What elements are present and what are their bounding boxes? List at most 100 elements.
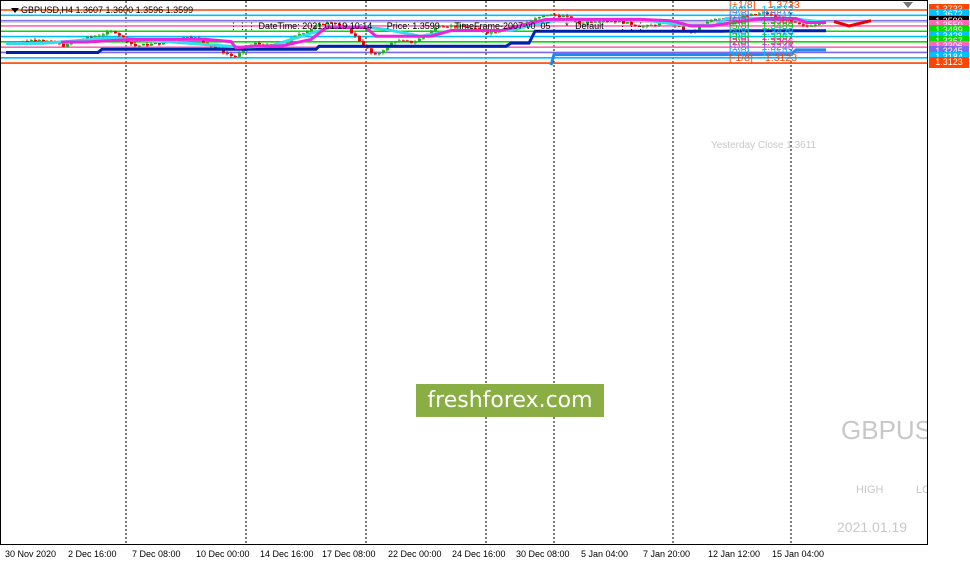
candle-body <box>650 24 653 26</box>
candle-body <box>414 42 417 44</box>
header-dots-icon-right: ⋮⋮⋮ <box>618 21 646 31</box>
chart-shift-marker-icon[interactable] <box>903 2 913 8</box>
candle-body <box>122 35 125 38</box>
candle-body <box>226 52 229 54</box>
candle-body <box>490 32 493 34</box>
candle-body <box>134 43 137 46</box>
candle-body <box>118 33 121 36</box>
candle-body <box>146 44 149 46</box>
time-tick-label: 17 Dec 08:00 <box>322 549 376 559</box>
time-tick-label: 30 Nov 2020 <box>5 549 57 559</box>
candle-body <box>42 39 45 41</box>
time-tick-label: 14 Dec 16:00 <box>260 549 314 559</box>
candle-body <box>142 44 145 46</box>
candle-body <box>354 33 357 36</box>
candle-body <box>486 31 489 34</box>
header-dots-icon: ⋮⋮⋮ <box>229 21 256 31</box>
time-axis[interactable]: 30 Nov 2020 2 Dec 16:00 7 Dec 08:00 10 Dec … <box>0 545 970 567</box>
candle-body <box>710 20 713 22</box>
time-tick-label: 5 Jan 04:00 <box>581 549 629 559</box>
candle-body <box>66 43 69 47</box>
indicator-header: ⋮⋮⋮ DateTime: 2021.01.19 10:14 Price: 1.… <box>229 21 645 32</box>
candle-body <box>798 22 801 25</box>
freshforex-watermark: freshforex.com <box>416 384 604 417</box>
overlay-high-label: HIGH <box>856 484 884 496</box>
header-timeframe: TimeFrame-2007-v0_05 <box>454 21 551 31</box>
header-mode: Default <box>575 21 604 31</box>
time-tick-label: 22 Dec 00:00 <box>388 549 442 559</box>
header-datetime: DateTime: 2021.01.19 10:14 <box>258 21 373 31</box>
candle-body <box>566 15 569 17</box>
candle-body <box>410 40 413 43</box>
candle-body <box>90 36 93 38</box>
candle-body <box>562 15 565 18</box>
candle-body <box>230 53 233 56</box>
candle-body <box>542 15 545 18</box>
candle-body <box>394 41 397 43</box>
candle-body <box>558 15 561 18</box>
candle-body <box>98 35 101 37</box>
candle-body <box>358 35 361 42</box>
chart-plot-area[interactable]: GBPUSD,H4 1.3607 1.3600 1.3596 1.3599 ⋮⋮… <box>0 0 928 545</box>
yesterday-close-label: Yesterday Close 1.3611 <box>711 140 817 151</box>
murrey-label-value: 1.3123 <box>764 52 798 65</box>
candle-body <box>38 39 41 41</box>
candle-body <box>158 42 161 45</box>
candle-body <box>546 15 549 17</box>
time-tick-label: 24 Dec 16:00 <box>452 549 506 559</box>
candle-body <box>238 53 241 57</box>
candle-body <box>374 53 377 55</box>
candle-body <box>378 52 381 55</box>
candle-body <box>114 31 117 34</box>
candle-body <box>106 31 109 35</box>
time-tick-label: 7 Jan 20:00 <box>643 549 691 559</box>
chart-window[interactable]: GBPUSD,H4 1.3607 1.3600 1.3596 1.3599 ⋮⋮… <box>0 0 970 567</box>
header-price: Price: 1.3599 <box>386 21 440 31</box>
time-tick-label: 30 Dec 08:00 <box>516 549 570 559</box>
candle-body <box>62 43 65 47</box>
candle-body <box>94 35 97 37</box>
candle-body <box>110 31 113 33</box>
candle-body <box>130 42 133 44</box>
header-star-icon: * <box>565 21 569 31</box>
candle-body <box>714 18 717 21</box>
candle-body <box>370 48 373 54</box>
chart-canvas[interactable] <box>1 1 928 545</box>
candle-body <box>382 50 385 53</box>
murrey-label: [-1/8] 1.3123 <box>729 52 797 64</box>
overlay-date: 2021.01.19 <box>837 519 908 535</box>
murrey-label-name: [-1/8] <box>729 52 753 65</box>
candle-body <box>26 40 29 42</box>
candle-body <box>402 40 405 42</box>
price-axis[interactable]: 1.37151.36551.35951.35351.34751.34151.33… <box>928 0 970 545</box>
candle-body <box>538 17 541 19</box>
candle-body <box>814 24 817 26</box>
candle-body <box>654 24 657 26</box>
overlay-low-label: LO <box>916 484 927 496</box>
time-tick-label: 10 Dec 00:00 <box>196 549 250 559</box>
candle-body <box>554 14 557 16</box>
candle-body <box>30 40 33 42</box>
candle-body <box>34 40 37 42</box>
candle-body <box>494 32 497 34</box>
candle-body <box>794 21 797 23</box>
candle-body <box>154 42 157 44</box>
candle-body <box>806 25 809 27</box>
candle-body <box>818 23 821 25</box>
candle-body <box>406 40 409 42</box>
candle-body <box>138 45 141 47</box>
symbol-info: GBPUSD,H4 1.3607 1.3600 1.3596 1.3599 <box>21 5 194 15</box>
time-tick-label: 2 Dec 16:00 <box>68 549 117 559</box>
candle-body <box>258 42 261 45</box>
candle-body <box>810 25 813 27</box>
overlay-symbol: GBPUS <box>841 415 928 445</box>
candle-body <box>418 38 421 43</box>
candle-body <box>718 18 721 20</box>
candle-body <box>398 40 401 42</box>
time-tick-label: 15 Jan 04:00 <box>772 549 825 559</box>
symbol-dropdown-icon[interactable] <box>11 8 19 13</box>
candle-body <box>550 14 553 16</box>
candle-body <box>802 24 805 26</box>
time-tick-label: 7 Dec 08:00 <box>132 549 181 559</box>
candle-body <box>646 25 649 27</box>
